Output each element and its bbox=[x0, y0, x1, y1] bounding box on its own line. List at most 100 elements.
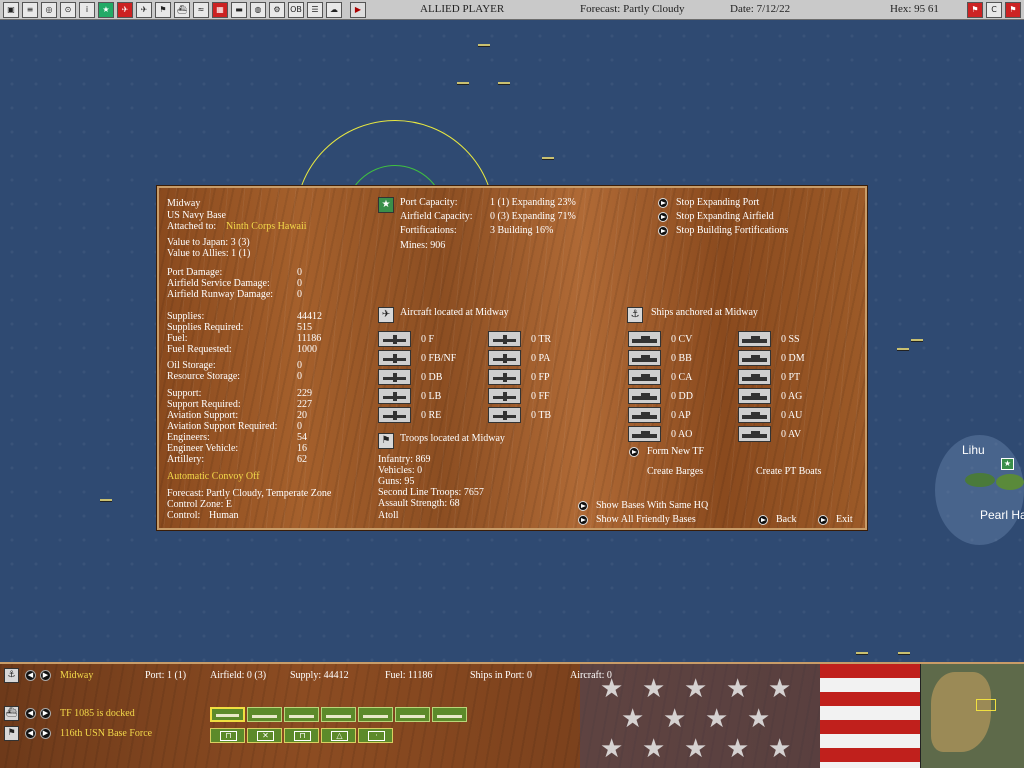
stop-expanding-airfield-button[interactable]: Stop Expanding Airfield bbox=[676, 211, 774, 222]
dive-bomber-icon[interactable] bbox=[378, 369, 411, 385]
ship-slot[interactable] bbox=[321, 707, 356, 722]
plane-icon[interactable]: ✈ bbox=[136, 1, 152, 18]
route-icon[interactable]: ≈ bbox=[193, 1, 209, 18]
ship-slot[interactable] bbox=[395, 707, 430, 722]
arrow-icon[interactable] bbox=[578, 515, 588, 525]
ship-icon[interactable]: ⛴ bbox=[174, 1, 190, 18]
report-icon[interactable]: ≡ bbox=[22, 1, 38, 18]
cruiser-icon[interactable] bbox=[628, 369, 661, 385]
prev-arrow-icon[interactable]: ◀ bbox=[25, 728, 36, 739]
flag-icon[interactable]: ⚑ bbox=[155, 1, 171, 18]
battleship-icon[interactable] bbox=[628, 350, 661, 366]
bottom-base-name[interactable]: Midway bbox=[60, 670, 93, 681]
arrow-icon[interactable] bbox=[818, 515, 828, 525]
exit-flag-icon[interactable]: ⚑ bbox=[1005, 2, 1021, 18]
ship-marker[interactable] bbox=[457, 82, 469, 85]
prev-arrow-icon[interactable]: ◀ bbox=[25, 708, 36, 719]
show-same-hq-button[interactable]: Show Bases With Same HQ bbox=[596, 500, 708, 511]
next-arrow-icon[interactable]: ▶ bbox=[40, 708, 51, 719]
next-arrow-icon[interactable]: ▶ bbox=[40, 670, 51, 681]
intel-icon[interactable]: ⊙ bbox=[60, 1, 76, 18]
prev-arrow-icon[interactable]: ◀ bbox=[25, 670, 36, 681]
ob-icon[interactable]: OB bbox=[288, 1, 304, 18]
attached-hq[interactable]: Ninth Corps Hawaii bbox=[226, 221, 307, 232]
create-pt-boats-button[interactable]: Create PT Boats bbox=[756, 466, 821, 477]
form-new-tf-button[interactable]: Form New TF bbox=[647, 446, 704, 457]
auxiliary-icon[interactable] bbox=[738, 388, 771, 404]
level-bomber-icon[interactable] bbox=[378, 388, 411, 404]
ship-marker[interactable] bbox=[911, 339, 923, 342]
map-icon[interactable]: ▣ bbox=[3, 1, 19, 18]
pt-boat-icon[interactable] bbox=[738, 369, 771, 385]
ship-slot[interactable] bbox=[210, 707, 245, 722]
recon-icon[interactable] bbox=[378, 407, 411, 423]
torpedo-bomber-icon[interactable] bbox=[488, 407, 521, 423]
end-turn-icon[interactable]: ▶ bbox=[350, 1, 366, 18]
arrow-icon[interactable] bbox=[658, 198, 668, 208]
stop-building-fortifications-button[interactable]: Stop Building Fortifications bbox=[676, 225, 788, 236]
ship-marker[interactable] bbox=[897, 348, 909, 351]
ship-marker[interactable] bbox=[498, 82, 510, 85]
unit-slot-artillery-icon[interactable]: △ bbox=[321, 728, 356, 743]
seaplane-tender-icon[interactable] bbox=[738, 426, 771, 442]
ship-marker[interactable] bbox=[856, 652, 868, 655]
show-friendly-bases-button[interactable]: Show All Friendly Bases bbox=[596, 514, 696, 525]
settings-icon[interactable]: ⚙ bbox=[269, 1, 285, 18]
weather-icon[interactable]: ☁ bbox=[326, 1, 342, 18]
grid-icon[interactable]: ▦ bbox=[212, 1, 228, 18]
island[interactable] bbox=[996, 474, 1024, 490]
info-icon[interactable]: i bbox=[79, 1, 95, 18]
oiler-icon[interactable] bbox=[628, 426, 661, 442]
ship-marker[interactable] bbox=[478, 44, 490, 47]
ship-marker[interactable] bbox=[898, 652, 910, 655]
transport-ship-icon[interactable] bbox=[628, 407, 661, 423]
fighter-icon[interactable] bbox=[378, 331, 411, 347]
ship-slot[interactable] bbox=[247, 707, 282, 722]
next-arrow-icon[interactable]: ▶ bbox=[40, 728, 51, 739]
float-plane-icon[interactable] bbox=[488, 369, 521, 385]
float-fighter-icon[interactable] bbox=[488, 388, 521, 404]
ship-slot[interactable] bbox=[284, 707, 319, 722]
minimap[interactable] bbox=[920, 664, 1024, 768]
airgroup-icon[interactable]: ✈ bbox=[117, 1, 133, 18]
unit-slot-hq-icon[interactable]: · bbox=[358, 728, 393, 743]
create-barges-button[interactable]: Create Barges bbox=[647, 466, 703, 477]
ship-slot[interactable] bbox=[358, 707, 393, 722]
base-star-icon[interactable]: ★ bbox=[98, 1, 114, 18]
ship-marker[interactable] bbox=[100, 499, 112, 502]
globe-icon[interactable]: ◍ bbox=[250, 1, 266, 18]
exit-button[interactable]: Exit bbox=[836, 514, 853, 525]
carrier-icon[interactable] bbox=[628, 331, 661, 347]
unit-slot-infantry-icon[interactable]: ✕ bbox=[247, 728, 282, 743]
unit-slot-engineer-icon[interactable]: ⊓ bbox=[210, 728, 245, 743]
unit-slot-engineer-icon[interactable]: ⊓ bbox=[284, 728, 319, 743]
transport-plane-icon[interactable] bbox=[488, 331, 521, 347]
reports-icon[interactable]: ◎ bbox=[41, 1, 57, 18]
arrow-icon[interactable] bbox=[578, 501, 588, 511]
arrow-icon[interactable] bbox=[658, 226, 668, 236]
fighter-bomber-icon[interactable] bbox=[378, 350, 411, 366]
land-unit-name[interactable]: 116th USN Base Force bbox=[60, 728, 152, 739]
control-value[interactable]: Human bbox=[209, 510, 238, 521]
back-button[interactable]: Back bbox=[776, 514, 797, 525]
close-button[interactable]: C bbox=[986, 2, 1002, 18]
patrol-plane-icon[interactable] bbox=[488, 350, 521, 366]
arrow-icon[interactable] bbox=[658, 212, 668, 222]
task-force-status[interactable]: TF 1085 is docked bbox=[60, 708, 135, 719]
ship-marker[interactable] bbox=[542, 157, 554, 160]
base-star-icon[interactable]: ★ bbox=[1001, 458, 1014, 470]
flag-red-icon[interactable]: ⚑ bbox=[967, 2, 983, 18]
minelayer-icon[interactable] bbox=[738, 350, 771, 366]
island[interactable] bbox=[965, 473, 995, 487]
ship-slot[interactable] bbox=[432, 707, 467, 722]
arrow-icon[interactable] bbox=[758, 515, 768, 525]
fleet-icon[interactable]: ▬ bbox=[231, 1, 247, 18]
utility-ship-icon[interactable] bbox=[738, 407, 771, 423]
convoy-toggle[interactable]: Automatic Convoy Off bbox=[167, 471, 260, 482]
destroyer-icon[interactable] bbox=[628, 388, 661, 404]
submarine-icon[interactable] bbox=[738, 331, 771, 347]
list-icon[interactable]: ☰ bbox=[307, 1, 323, 18]
arrow-icon[interactable] bbox=[629, 447, 639, 457]
plane-icon: ✈ bbox=[378, 307, 394, 323]
stop-expanding-port-button[interactable]: Stop Expanding Port bbox=[676, 197, 759, 208]
